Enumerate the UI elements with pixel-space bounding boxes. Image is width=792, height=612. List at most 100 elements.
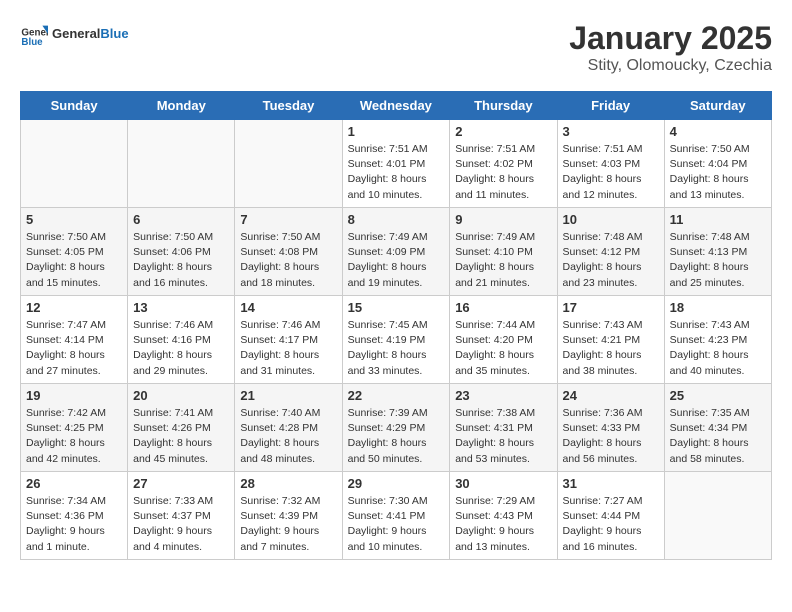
calendar-cell: 7 Sunrise: 7:50 AM Sunset: 4:08 PM Daylig… [235, 208, 342, 296]
calendar-cell: 30Sunrise: 7:29 AM Sunset: 4:43 PM Dayli… [450, 472, 557, 560]
calendar-cell: 4 Sunrise: 7:50 AM Sunset: 4:04 PM Daylig… [664, 120, 771, 208]
day-info: Sunrise: 7:44 AM Sunset: 4:20 PM Dayligh… [455, 318, 551, 379]
day-number: 2 [455, 124, 551, 139]
day-number: 1 [348, 124, 445, 139]
day-number: 8 [348, 212, 445, 227]
weekday-header-friday: Friday [557, 92, 664, 120]
weekday-header-saturday: Saturday [664, 92, 771, 120]
day-info: Sunrise: 7:51 AM Sunset: 4:03 PM Dayligh… [563, 142, 659, 203]
calendar-cell: 8 Sunrise: 7:49 AM Sunset: 4:09 PM Daylig… [342, 208, 450, 296]
calendar-cell: 1 Sunrise: 7:51 AM Sunset: 4:01 PM Daylig… [342, 120, 450, 208]
calendar-cell: 11 Sunrise: 7:48 AM Sunset: 4:13 PM Dayli… [664, 208, 771, 296]
calendar-cell: 14Sunrise: 7:46 AM Sunset: 4:17 PM Dayli… [235, 296, 342, 384]
day-number: 27 [133, 476, 229, 491]
day-number: 26 [26, 476, 122, 491]
weekday-header-wednesday: Wednesday [342, 92, 450, 120]
day-number: 18 [670, 300, 766, 315]
weekday-header-monday: Monday [128, 92, 235, 120]
calendar-cell: 20 Sunrise: 7:41 AM Sunset: 4:26 PM Dayli… [128, 384, 235, 472]
day-info: Sunrise: 7:30 AM Sunset: 4:41 PM Dayligh… [348, 494, 445, 555]
day-number: 11 [670, 212, 766, 227]
weekday-header-sunday: Sunday [21, 92, 128, 120]
day-info: Sunrise: 7:48 AM Sunset: 4:13 PM Dayligh… [670, 230, 766, 291]
calendar-cell: 24Sunrise: 7:36 AM Sunset: 4:33 PM Dayli… [557, 384, 664, 472]
day-number: 4 [670, 124, 766, 139]
weekday-header-row: SundayMondayTuesdayWednesdayThursdayFrid… [21, 92, 772, 120]
calendar-cell: 27 Sunrise: 7:33 AM Sunset: 4:37 PM Dayli… [128, 472, 235, 560]
day-info: Sunrise: 7:50 AM Sunset: 4:08 PM Dayligh… [240, 230, 336, 291]
calendar-cell: 15Sunrise: 7:45 AM Sunset: 4:19 PM Dayli… [342, 296, 450, 384]
calendar-cell: 25Sunrise: 7:35 AM Sunset: 4:34 PM Dayli… [664, 384, 771, 472]
calendar-cell: 6 Sunrise: 7:50 AM Sunset: 4:06 PM Daylig… [128, 208, 235, 296]
day-info: Sunrise: 7:46 AM Sunset: 4:17 PM Dayligh… [240, 318, 336, 379]
day-info: Sunrise: 7:33 AM Sunset: 4:37 PM Dayligh… [133, 494, 229, 555]
day-number: 5 [26, 212, 122, 227]
day-number: 17 [563, 300, 659, 315]
calendar-cell: 16 Sunrise: 7:44 AM Sunset: 4:20 PM Dayli… [450, 296, 557, 384]
calendar-week-row: 26 Sunrise: 7:34 AM Sunset: 4:36 PM Dayli… [21, 472, 772, 560]
day-info: Sunrise: 7:49 AM Sunset: 4:09 PM Dayligh… [348, 230, 445, 291]
day-number: 31 [563, 476, 659, 491]
calendar-cell: 22Sunrise: 7:39 AM Sunset: 4:29 PM Dayli… [342, 384, 450, 472]
day-number: 28 [240, 476, 336, 491]
weekday-header-thursday: Thursday [450, 92, 557, 120]
day-number: 23 [455, 388, 551, 403]
calendar-cell [235, 120, 342, 208]
calendar-cell [128, 120, 235, 208]
calendar-cell [21, 120, 128, 208]
title-block: January 2025 Stity, Olomoucky, Czechia [569, 20, 772, 75]
day-info: Sunrise: 7:50 AM Sunset: 4:04 PM Dayligh… [670, 142, 766, 203]
day-number: 10 [563, 212, 659, 227]
day-info: Sunrise: 7:40 AM Sunset: 4:28 PM Dayligh… [240, 406, 336, 467]
day-number: 12 [26, 300, 122, 315]
calendar-cell: 10Sunrise: 7:48 AM Sunset: 4:12 PM Dayli… [557, 208, 664, 296]
day-info: Sunrise: 7:42 AM Sunset: 4:25 PM Dayligh… [26, 406, 122, 467]
day-number: 21 [240, 388, 336, 403]
calendar-cell: 19Sunrise: 7:42 AM Sunset: 4:25 PM Dayli… [21, 384, 128, 472]
calendar-cell: 18 Sunrise: 7:43 AM Sunset: 4:23 PM Dayli… [664, 296, 771, 384]
day-info: Sunrise: 7:29 AM Sunset: 4:43 PM Dayligh… [455, 494, 551, 555]
day-number: 20 [133, 388, 229, 403]
calendar-cell: 17 Sunrise: 7:43 AM Sunset: 4:21 PM Dayli… [557, 296, 664, 384]
day-info: Sunrise: 7:27 AM Sunset: 4:44 PM Dayligh… [563, 494, 659, 555]
day-number: 15 [348, 300, 445, 315]
weekday-header-tuesday: Tuesday [235, 92, 342, 120]
day-info: Sunrise: 7:43 AM Sunset: 4:23 PM Dayligh… [670, 318, 766, 379]
day-info: Sunrise: 7:41 AM Sunset: 4:26 PM Dayligh… [133, 406, 229, 467]
calendar-cell: 5Sunrise: 7:50 AM Sunset: 4:05 PM Daylig… [21, 208, 128, 296]
day-info: Sunrise: 7:43 AM Sunset: 4:21 PM Dayligh… [563, 318, 659, 379]
calendar-cell: 29Sunrise: 7:30 AM Sunset: 4:41 PM Dayli… [342, 472, 450, 560]
calendar-cell: 9Sunrise: 7:49 AM Sunset: 4:10 PM Daylig… [450, 208, 557, 296]
day-number: 9 [455, 212, 551, 227]
calendar-table: SundayMondayTuesdayWednesdayThursdayFrid… [20, 91, 772, 560]
calendar-week-row: 12 Sunrise: 7:47 AM Sunset: 4:14 PM Dayli… [21, 296, 772, 384]
day-info: Sunrise: 7:47 AM Sunset: 4:14 PM Dayligh… [26, 318, 122, 379]
day-number: 16 [455, 300, 551, 315]
logo: General Blue General Blue [20, 20, 129, 48]
calendar-week-row: 1 Sunrise: 7:51 AM Sunset: 4:01 PM Daylig… [21, 120, 772, 208]
day-number: 22 [348, 388, 445, 403]
calendar-cell: 21 Sunrise: 7:40 AM Sunset: 4:28 PM Dayli… [235, 384, 342, 472]
calendar-cell: 23 Sunrise: 7:38 AM Sunset: 4:31 PM Dayli… [450, 384, 557, 472]
calendar-cell: 13Sunrise: 7:46 AM Sunset: 4:16 PM Dayli… [128, 296, 235, 384]
day-info: Sunrise: 7:51 AM Sunset: 4:02 PM Dayligh… [455, 142, 551, 203]
logo-icon: General Blue [20, 20, 48, 48]
calendar-week-row: 19Sunrise: 7:42 AM Sunset: 4:25 PM Dayli… [21, 384, 772, 472]
calendar-cell [664, 472, 771, 560]
logo-general: General [52, 26, 100, 41]
day-info: Sunrise: 7:50 AM Sunset: 4:06 PM Dayligh… [133, 230, 229, 291]
calendar-cell: 31 Sunrise: 7:27 AM Sunset: 4:44 PM Dayli… [557, 472, 664, 560]
calendar-cell: 2 Sunrise: 7:51 AM Sunset: 4:02 PM Daylig… [450, 120, 557, 208]
day-number: 3 [563, 124, 659, 139]
day-number: 6 [133, 212, 229, 227]
calendar-cell: 3 Sunrise: 7:51 AM Sunset: 4:03 PM Daylig… [557, 120, 664, 208]
day-info: Sunrise: 7:34 AM Sunset: 4:36 PM Dayligh… [26, 494, 122, 555]
calendar-cell: 28Sunrise: 7:32 AM Sunset: 4:39 PM Dayli… [235, 472, 342, 560]
day-number: 7 [240, 212, 336, 227]
day-info: Sunrise: 7:35 AM Sunset: 4:34 PM Dayligh… [670, 406, 766, 467]
day-info: Sunrise: 7:51 AM Sunset: 4:01 PM Dayligh… [348, 142, 445, 203]
calendar-cell: 12 Sunrise: 7:47 AM Sunset: 4:14 PM Dayli… [21, 296, 128, 384]
day-info: Sunrise: 7:36 AM Sunset: 4:33 PM Dayligh… [563, 406, 659, 467]
svg-text:Blue: Blue [21, 37, 43, 48]
day-info: Sunrise: 7:38 AM Sunset: 4:31 PM Dayligh… [455, 406, 551, 467]
